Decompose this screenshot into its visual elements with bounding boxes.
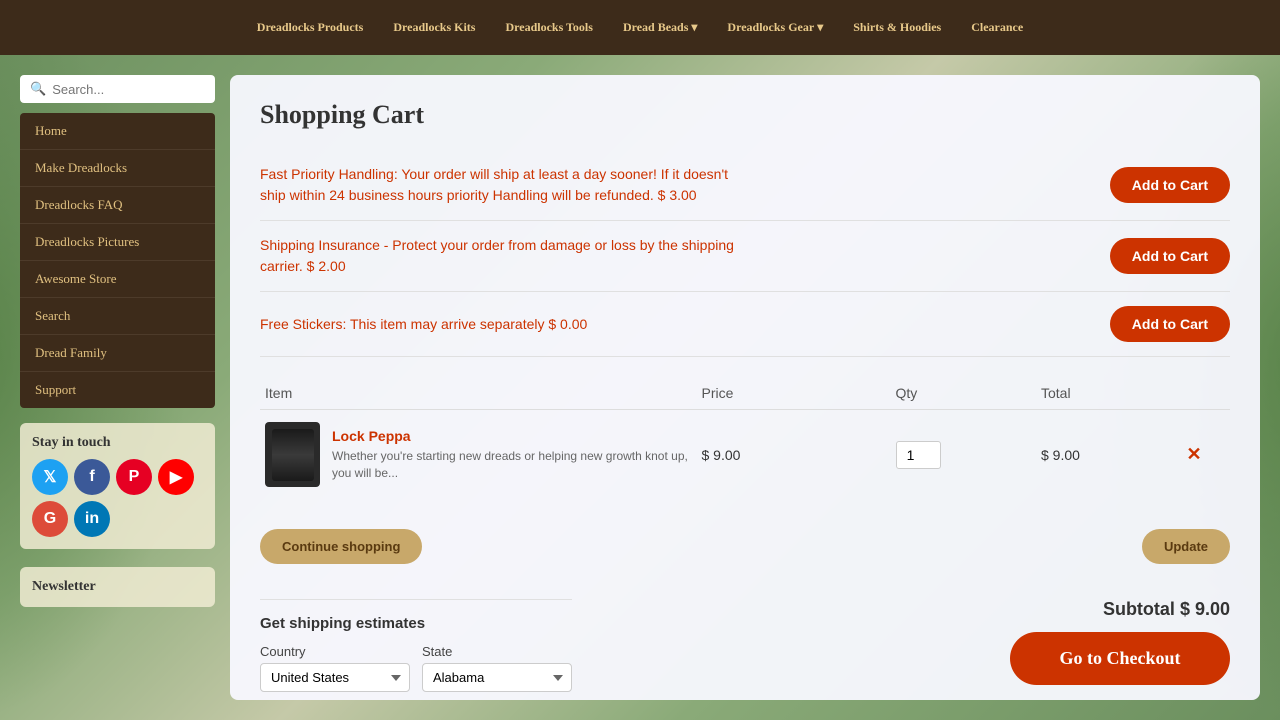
col-header-item: Item <box>260 377 697 410</box>
state-label: State <box>422 644 572 659</box>
add-to-cart-button-1[interactable]: Add to Cart <box>1110 238 1230 274</box>
google-icon[interactable]: G <box>32 501 68 537</box>
upsell-text-1: Shipping Insurance - Protect your order … <box>260 235 740 277</box>
cart-item-total: $ 9.00 <box>1036 410 1182 500</box>
cart-table-body: Lock Peppa Whether you're starting new d… <box>260 410 1230 500</box>
sidebar-item-dreadlocks-pictures[interactable]: Dreadlocks Pictures <box>20 224 215 261</box>
sidebar-item-awesome-store[interactable]: Awesome Store <box>20 261 215 298</box>
shipping-section: Get shipping estimates Country United St… <box>260 599 572 692</box>
nav-item-shirts-hoodies[interactable]: Shirts & Hoodies <box>843 16 951 39</box>
continue-shopping-button[interactable]: Continue shopping <box>260 529 422 564</box>
subtotal-display: Subtotal $ 9.00 <box>1010 599 1230 620</box>
country-label: Country <box>260 644 410 659</box>
sidebar-item-home[interactable]: Home <box>20 113 215 150</box>
product-description: Whether you're starting new dreads or he… <box>332 448 692 482</box>
cart-item-qty <box>891 410 1037 500</box>
add-to-cart-button-0[interactable]: Add to Cart <box>1110 167 1230 203</box>
search-input[interactable] <box>52 82 205 97</box>
cart-table-header: Item Price Qty Total <box>260 377 1230 410</box>
sidebar-item-make-dreadlocks[interactable]: Make Dreadlocks <box>20 150 215 187</box>
checkout-area: Subtotal $ 9.00 Go to Checkout <box>1010 579 1230 685</box>
col-header-price: Price <box>697 377 891 410</box>
nav-item-dreadlocks-gear[interactable]: Dreadlocks Gear ▾ <box>717 16 833 39</box>
nav-item-dreadlocks-products[interactable]: Dreadlocks Products <box>247 16 374 39</box>
product-info: Lock Peppa Whether you're starting new d… <box>332 428 692 482</box>
stay-in-touch-title: Stay in touch <box>32 435 203 451</box>
shipping-title: Get shipping estimates <box>260 615 572 632</box>
youtube-icon[interactable]: ▶ <box>158 459 194 495</box>
sidebar-menu: Home Make Dreadlocks Dreadlocks FAQ Drea… <box>20 113 215 408</box>
stay-in-touch-section: Stay in touch 𝕏 f P ▶ G in <box>20 423 215 549</box>
state-group: State Alabama Alaska Arizona <box>422 644 572 692</box>
newsletter-title: Newsletter <box>32 579 203 595</box>
state-select[interactable]: Alabama Alaska Arizona <box>422 663 572 692</box>
product-image-inner <box>272 429 314 481</box>
main-content: Shopping Cart Fast Priority Handling: Yo… <box>230 75 1260 700</box>
sidebar-item-dreadlocks-faq[interactable]: Dreadlocks FAQ <box>20 187 215 224</box>
subtotal-label: Subtotal <box>1103 599 1175 619</box>
cart-item-remove: ✕ <box>1182 410 1231 500</box>
upsell-item-1: Shipping Insurance - Protect your order … <box>260 221 1230 292</box>
cart-actions: Continue shopping Update <box>260 519 1230 564</box>
sidebar: 🔍 Home Make Dreadlocks Dreadlocks FAQ Dr… <box>20 75 215 700</box>
country-select[interactable]: United States Canada United Kingdom <box>260 663 410 692</box>
main-layout: 🔍 Home Make Dreadlocks Dreadlocks FAQ Dr… <box>0 55 1280 720</box>
upsell-item-0: Fast Priority Handling: Your order will … <box>260 150 1230 221</box>
top-navigation: Dreadlocks Products Dreadlocks Kits Drea… <box>0 0 1280 55</box>
cart-title: Shopping Cart <box>260 100 1230 130</box>
nav-item-clearance[interactable]: Clearance <box>961 16 1033 39</box>
twitter-icon[interactable]: 𝕏 <box>32 459 68 495</box>
shipping-form: Country United States Canada United King… <box>260 644 572 692</box>
subtotal-amount: $ 9.00 <box>1180 599 1230 619</box>
upsell-text-0: Fast Priority Handling: Your order will … <box>260 164 740 206</box>
cart-panel: Shopping Cart Fast Priority Handling: Yo… <box>230 75 1260 700</box>
chevron-down-icon: ▾ <box>691 20 697 35</box>
chevron-down-icon: ▾ <box>817 20 823 35</box>
newsletter-section: Newsletter <box>20 567 215 607</box>
sidebar-item-search[interactable]: Search <box>20 298 215 335</box>
sidebar-item-dread-family[interactable]: Dread Family <box>20 335 215 372</box>
search-icon: 🔍 <box>30 81 46 97</box>
country-group: Country United States Canada United King… <box>260 644 410 692</box>
product-cell: Lock Peppa Whether you're starting new d… <box>265 422 692 487</box>
col-header-qty: Qty <box>891 377 1037 410</box>
remove-item-button[interactable]: ✕ <box>1187 444 1202 465</box>
col-header-total: Total <box>1036 377 1182 410</box>
nav-item-dread-beads[interactable]: Dread Beads ▾ <box>613 16 707 39</box>
add-to-cart-button-2[interactable]: Add to Cart <box>1110 306 1230 342</box>
nav-item-dreadlocks-kits[interactable]: Dreadlocks Kits <box>383 16 485 39</box>
search-box: 🔍 <box>20 75 215 103</box>
nav-items-container: Dreadlocks Products Dreadlocks Kits Drea… <box>247 16 1033 39</box>
bottom-section: Get shipping estimates Country United St… <box>260 579 1230 692</box>
update-cart-button[interactable]: Update <box>1142 529 1230 564</box>
product-name[interactable]: Lock Peppa <box>332 428 692 444</box>
facebook-icon[interactable]: f <box>74 459 110 495</box>
linkedin-icon[interactable]: in <box>74 501 110 537</box>
upsell-item-2: Free Stickers: This item may arrive sepa… <box>260 292 1230 357</box>
upsell-text-2: Free Stickers: This item may arrive sepa… <box>260 314 587 335</box>
quantity-input[interactable] <box>896 441 941 469</box>
cart-table: Item Price Qty Total <box>260 377 1230 499</box>
product-image <box>265 422 320 487</box>
pinterest-icon[interactable]: P <box>116 459 152 495</box>
col-header-remove <box>1182 377 1231 410</box>
nav-item-dreadlocks-tools[interactable]: Dreadlocks Tools <box>495 16 602 39</box>
sidebar-item-support[interactable]: Support <box>20 372 215 408</box>
social-icons-container: 𝕏 f P ▶ G in <box>32 459 203 537</box>
table-row: Lock Peppa Whether you're starting new d… <box>260 410 1230 500</box>
cart-item-price: $ 9.00 <box>697 410 891 500</box>
cart-item-cell: Lock Peppa Whether you're starting new d… <box>260 410 697 500</box>
checkout-button[interactable]: Go to Checkout <box>1010 632 1230 685</box>
